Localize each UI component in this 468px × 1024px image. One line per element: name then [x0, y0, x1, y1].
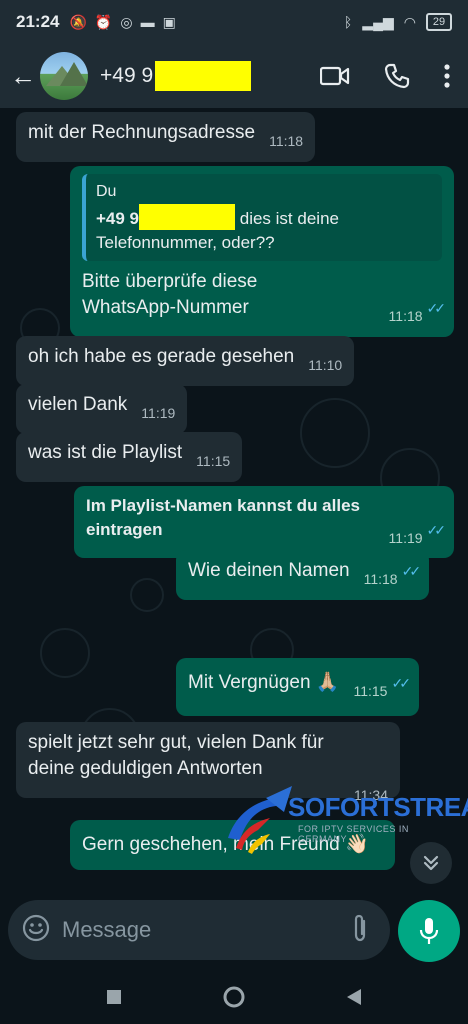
message-incoming[interactable]: vielen Dank 11:19 — [16, 384, 188, 434]
message-time: 11:19 — [141, 405, 176, 421]
wallpaper-doodle — [300, 398, 370, 468]
whatsapp-icon: ◎ — [120, 13, 133, 30]
message-outgoing[interactable]: Mit Vergnügen 🙏🏼 11:15 ✓✓ — [176, 658, 419, 716]
status-time: 21:24 — [16, 12, 60, 31]
quoted-message[interactable]: Du +49 9 dies ist deine Telefonnummer, o… — [82, 174, 442, 261]
system-nav-bar — [0, 974, 468, 1024]
chat-header: ← +49 9 — [0, 44, 468, 108]
back-button[interactable] — [346, 988, 362, 1011]
message-text: Gern geschehen, mein Freund 👋🏻 — [82, 834, 369, 855]
message-time: 11:15 — [196, 453, 231, 469]
phone-icon[interactable] — [384, 63, 410, 89]
message-incoming[interactable]: was ist die Playlist 11:15 — [16, 432, 243, 482]
message-time: 11:18 — [363, 571, 398, 587]
message-outgoing-reply[interactable]: Du +49 9 dies ist deine Telefonnummer, o… — [70, 166, 454, 337]
redaction-block — [139, 204, 236, 230]
composer — [8, 900, 427, 960]
mute-icon: 🔕 — [69, 13, 87, 30]
bluetooth-icon: ᛒ — [343, 14, 353, 30]
message-input[interactable] — [62, 917, 350, 943]
recents-button[interactable] — [106, 989, 122, 1010]
message-text-line2: eintragen — [86, 520, 163, 539]
message-time: 11:15 — [353, 683, 388, 699]
triangle-back-icon — [347, 988, 361, 1005]
read-ticks-icon: ✓✓ — [426, 300, 447, 316]
scroll-to-bottom-button[interactable] — [410, 842, 452, 884]
chevron-down-icon — [423, 855, 439, 871]
back-arrow-icon[interactable]: ← — [10, 61, 40, 92]
wifi-icon: ◠ — [403, 13, 416, 30]
message-text-line1: Im Playlist-Namen kannst du alles — [86, 496, 360, 515]
gallery-icon: ▣ — [162, 13, 176, 30]
message-outgoing[interactable]: Im Playlist-Namen kannst du alles eintra… — [74, 486, 454, 558]
read-ticks-icon: ✓✓ — [391, 675, 411, 691]
message-text: mit der Rechnungsadresse — [28, 122, 256, 143]
status-notification-icons: 🔕 ⏰ ◎ ▬ ▣ — [69, 14, 175, 31]
input-bar — [0, 888, 468, 974]
signal-icon: ▂▄▆ — [362, 13, 394, 30]
more-options-icon[interactable] — [444, 64, 450, 88]
message-text: was ist die Playlist — [28, 442, 183, 463]
read-ticks-icon: ✓✓ — [426, 522, 447, 538]
message-time: 11:10 — [308, 357, 343, 373]
avatar[interactable] — [40, 52, 88, 100]
circle-icon — [223, 986, 245, 1007]
wallpaper-doodle — [40, 628, 90, 678]
message-outgoing[interactable]: Gern geschehen, mein Freund 👋🏻 — [70, 820, 395, 870]
emoji-icon[interactable] — [22, 914, 50, 947]
home-button[interactable] — [222, 985, 246, 1014]
message-incoming[interactable]: oh ich habe es gerade gesehen 11:10 — [16, 336, 355, 386]
redaction-block — [155, 61, 252, 91]
contact-name[interactable]: +49 9 — [100, 61, 252, 91]
message-text: Wie deinen Namen — [188, 560, 350, 581]
quote-phone-prefix: +49 9 — [96, 209, 140, 228]
mic-button[interactable] — [398, 900, 460, 962]
quote-author: Du — [96, 183, 117, 200]
message-text: oh ich habe es gerade gesehen — [28, 346, 295, 367]
message-incoming[interactable]: mit der Rechnungsadresse 11:18 — [16, 112, 316, 162]
message-text: vielen Dank — [28, 394, 128, 415]
message-time: 11:19 — [388, 530, 423, 546]
mic-icon — [419, 918, 439, 944]
battery-icon: 29 — [426, 13, 452, 31]
message-icon: ▬ — [140, 14, 155, 30]
message-text-line2: WhatsApp-Nummer — [82, 297, 249, 318]
message-time: 11:34 — [354, 787, 388, 803]
status-system-icons: ᛒ ▂▄▆ ◠ 29 — [344, 13, 452, 31]
video-call-icon[interactable] — [320, 65, 350, 87]
message-text: Mit Vergnügen 🙏🏼 — [188, 672, 340, 693]
message-time: 11:18 — [388, 308, 423, 324]
message-time: 11:18 — [269, 133, 304, 149]
message-outgoing[interactable]: Wie deinen Namen 11:18 ✓✓ — [176, 550, 430, 600]
alarm-icon: ⏰ — [94, 13, 113, 30]
message-text-line1: spielt jetzt sehr gut, vielen Dank für — [28, 732, 324, 753]
message-incoming[interactable]: spielt jetzt sehr gut, vielen Dank für d… — [16, 722, 400, 803]
quote-text: dies ist deine — [239, 209, 339, 228]
chat-area[interactable]: mit der Rechnungsadresse 11:18 Du +49 9 d… — [0, 108, 468, 888]
read-ticks-icon: ✓✓ — [401, 563, 422, 579]
message-text-line1: Bitte überprüfe diese — [82, 271, 258, 292]
quote-text-line2: Telefonnummer, oder?? — [96, 233, 275, 252]
square-icon — [107, 989, 121, 1004]
wallpaper-doodle — [130, 578, 164, 612]
attach-icon[interactable] — [350, 913, 370, 948]
contact-phone-prefix: +49 9 — [100, 64, 154, 87]
status-bar: 21:24 🔕 ⏰ ◎ ▬ ▣ ᛒ ▂▄▆ ◠ 29 — [0, 0, 468, 44]
